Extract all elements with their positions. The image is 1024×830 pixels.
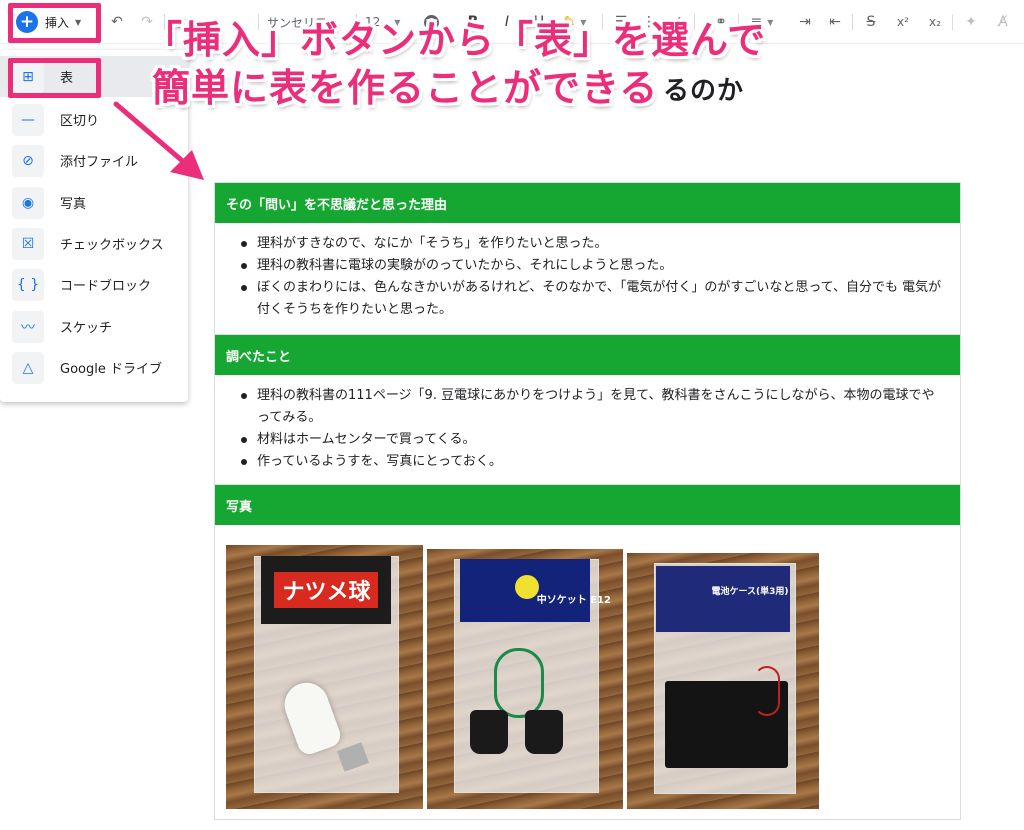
annotation-banner: 「挿入」ボタンから「表」を選んで 簡単に表を作ることができる — [144, 16, 824, 112]
annotation-line-1: 「挿入」ボタンから「表」を選んで — [144, 18, 767, 62]
annotation-arrow — [113, 101, 204, 180]
annotation-line-2: 簡単に表を作ることができる — [152, 66, 659, 110]
